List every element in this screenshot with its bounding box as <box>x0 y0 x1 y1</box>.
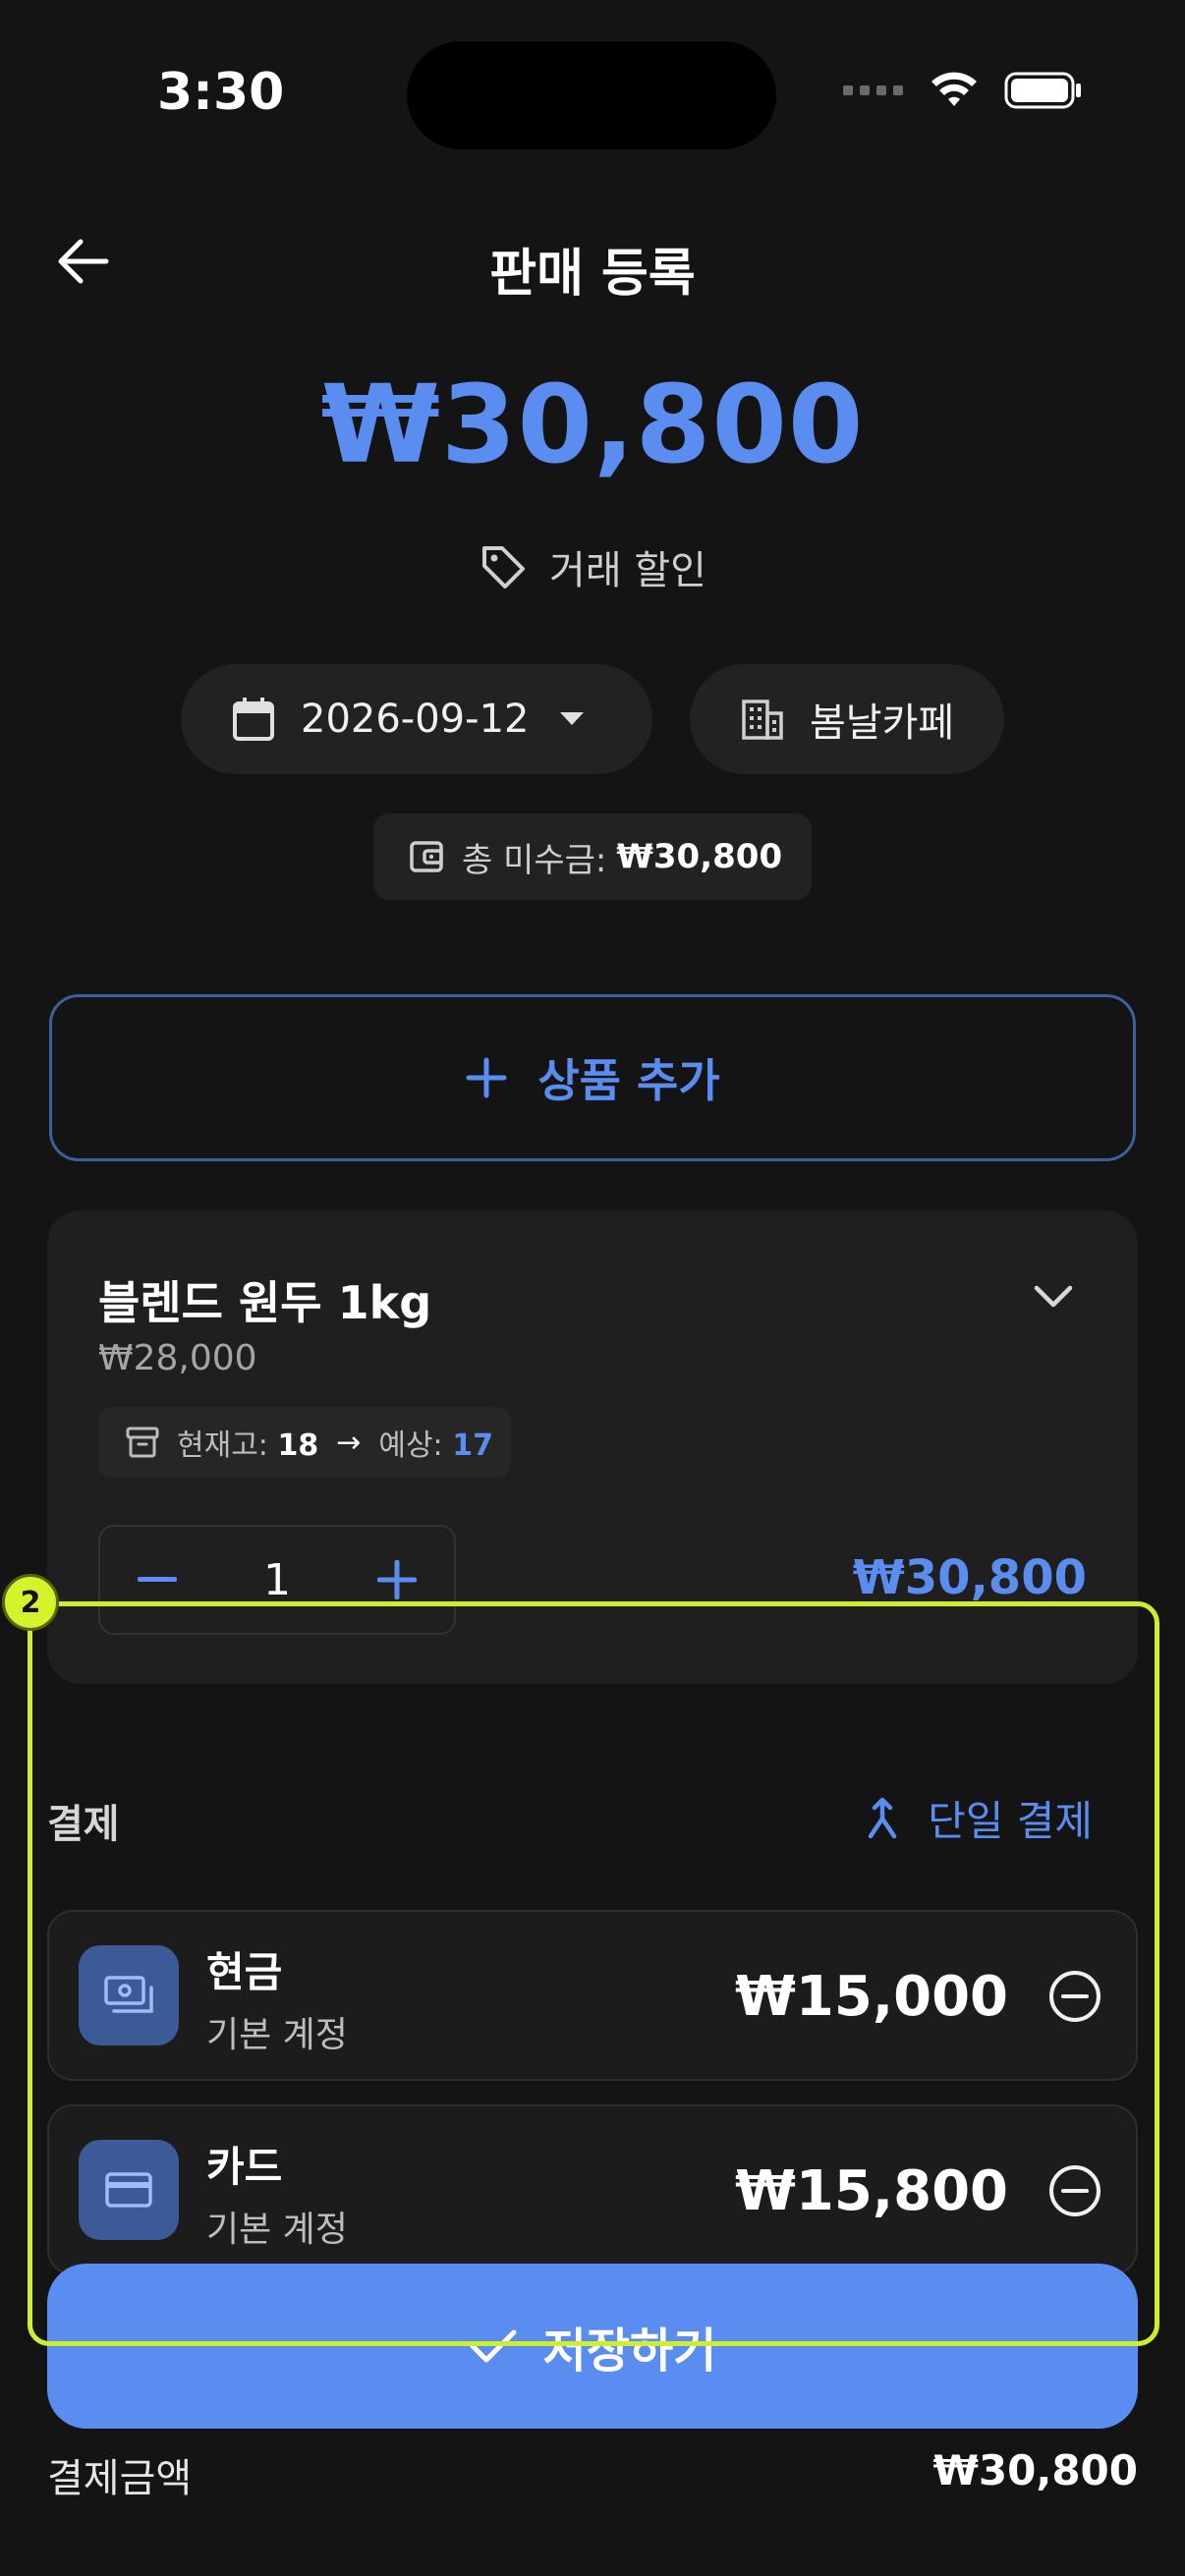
highlight-frame <box>28 1601 1159 2346</box>
add-product-button[interactable]: 상품 추가 <box>49 994 1136 1161</box>
status-icons <box>843 71 1083 110</box>
tag-icon <box>482 546 526 588</box>
debt-badge: 총 미수금: ₩30,800 <box>373 813 812 900</box>
debt-value: ₩30,800 <box>616 837 783 876</box>
date-picker[interactable]: 2026-09-12 <box>181 664 652 774</box>
status-time: 3:30 <box>157 63 285 122</box>
quantity-value[interactable]: 1 <box>263 1555 291 1605</box>
calendar-icon <box>233 698 274 741</box>
archive-icon <box>126 1427 159 1458</box>
plus-icon <box>466 1057 507 1098</box>
debt-label: 총 미수금: <box>462 840 607 880</box>
line-total: ₩30,800 <box>852 1550 1087 1605</box>
chevron-down-icon <box>1034 1285 1073 1308</box>
wifi-icon <box>931 72 977 106</box>
page-title: 판매 등록 <box>489 245 696 304</box>
decrease-button[interactable] <box>128 1550 187 1609</box>
date-value: 2026-09-12 <box>301 697 530 742</box>
minus-icon <box>138 1577 177 1582</box>
add-product-label: 상품 추가 <box>537 1054 720 1107</box>
discount-label: 거래 할인 <box>549 548 706 593</box>
expected-value: 17 <box>452 1428 493 1463</box>
battery-icon <box>1004 72 1081 109</box>
highlight-badge: 2 <box>2 1574 59 1631</box>
stock-label: 현재고: <box>177 1428 268 1463</box>
wallet-icon <box>410 841 443 872</box>
caret-down-icon <box>560 712 585 725</box>
plus-icon <box>377 1560 417 1599</box>
payment-total-value: ₩30,800 <box>932 2446 1138 2494</box>
payment-total-label: 결제금액 <box>47 2456 193 2501</box>
increase-button[interactable] <box>367 1550 426 1609</box>
product-expand-button[interactable] <box>1018 1267 1089 1326</box>
total-amount: ₩30,800 <box>320 362 865 487</box>
stock-info: 현재고: 18 → 예상: 17 <box>98 1407 511 1478</box>
discount-button[interactable]: 거래 할인 <box>0 538 1185 595</box>
shop-picker[interactable]: 봄날카페 <box>690 664 1004 774</box>
building-icon <box>742 700 783 740</box>
signal-icon <box>843 85 903 95</box>
dynamic-island <box>407 41 776 149</box>
expected-label: 예상: <box>378 1428 443 1463</box>
shop-name: 봄날카페 <box>810 700 955 746</box>
product-unit-price: ₩28,000 <box>98 1338 257 1378</box>
stock-arrow: → <box>336 1425 362 1460</box>
stock-value: 18 <box>277 1428 319 1463</box>
product-name: 블렌드 원두 1kg <box>98 1276 432 1329</box>
